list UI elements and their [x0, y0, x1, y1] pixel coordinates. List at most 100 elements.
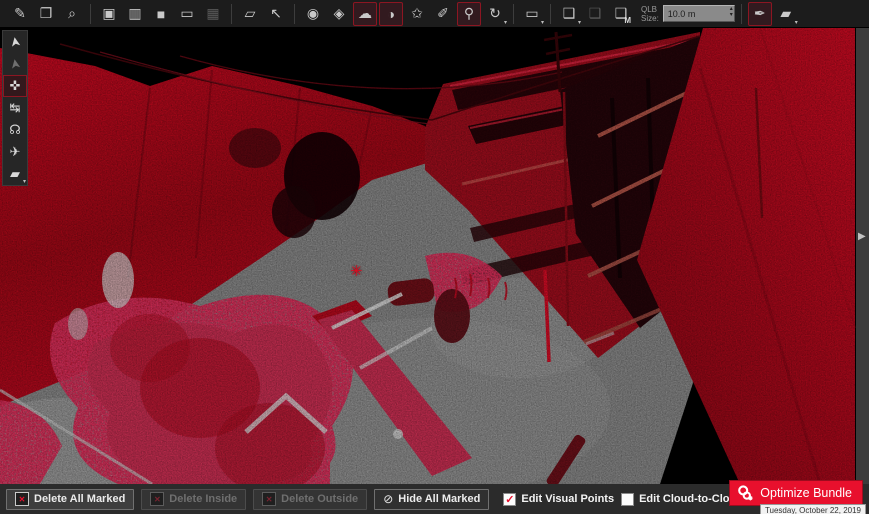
cascade-windows-icon-glyph: ❐ — [40, 5, 53, 22]
optimize-bundle-label: Optimize Bundle — [760, 486, 852, 500]
model-cube-icon-overlay: M — [624, 16, 631, 25]
image-view-icon: ▦ — [201, 2, 225, 26]
sphere-display-icon[interactable]: ◑ — [379, 2, 403, 26]
pick-point-icon[interactable]: ↖ — [264, 2, 288, 26]
single-view-icon-glyph: ■ — [157, 6, 165, 22]
point-cloud-scene[interactable] — [0, 28, 869, 484]
panel-expander-icon[interactable]: ▶ — [858, 231, 866, 242]
select-arrow-icon-glyph: ➤ — [6, 35, 24, 49]
hide-all-marked-label: Hide All Marked — [398, 493, 480, 505]
split-view-icon-glyph: ▥ — [128, 5, 141, 22]
clip-cube-icon: ❑ — [583, 2, 607, 26]
top-toolbar-groups: ✎❐⌕▣▥■▭▦▱↖◉◈☁◑✩✐⚲↻▾▭▾❑▾❑❑M — [4, 2, 637, 26]
delete-all-marked-label: Delete All Marked — [34, 493, 125, 505]
toolbar-separator — [550, 4, 551, 24]
view-cube-icon-dropdown[interactable]: ▾ — [578, 20, 581, 26]
pan-tool-icon[interactable]: ✜ — [3, 75, 27, 97]
delete-marked-icon: ✕ — [15, 492, 29, 506]
eraser-tool-icon-glyph: ▰ — [10, 166, 20, 182]
draw-line-icon-glyph: ✐ — [437, 5, 449, 22]
pick-multiple-icon-glyph: ➤ — [6, 57, 24, 71]
fly-tool-icon[interactable]: ✈ — [3, 141, 27, 163]
bundle-optimize-icon — [737, 485, 754, 502]
checkbox-unchecked-icon[interactable] — [621, 493, 634, 506]
toolbar-separator — [294, 4, 295, 24]
tag-icon[interactable]: ◈ — [327, 2, 351, 26]
toolbar-separator — [741, 4, 742, 24]
toolbar-group: ▭▾ — [516, 2, 548, 26]
delete-inside-icon: ✕ — [150, 492, 164, 506]
hide-all-marked-button[interactable]: ⊘ Hide All Marked — [374, 489, 489, 510]
toolbar-group: ◉ ◈ ☁ ◑ ✩ ✐ ⚲ ↻▾ — [297, 2, 511, 26]
fly-tool-icon-glyph: ✈ — [10, 144, 21, 160]
delete-inside-label: Delete Inside — [169, 493, 237, 505]
edit-visual-points-label: Edit Visual Points — [521, 493, 614, 505]
measure-tool-icon-glyph: ▱ — [245, 5, 256, 22]
cascade-windows-icon[interactable]: ❐ — [34, 2, 58, 26]
toolbar-group: ✎ ❐ ⌕ — [4, 2, 88, 26]
target-icon[interactable]: ◉ — [301, 2, 325, 26]
date-tooltip: Tuesday, October 22, 2019 — [760, 504, 866, 514]
annotate-tool-icon[interactable]: ✎ — [8, 2, 32, 26]
model-cube-icon[interactable]: ❑M — [609, 2, 633, 26]
eraser-icon-dropdown[interactable]: ▾ — [795, 20, 798, 26]
right-panel-strip: ▶ — [856, 28, 869, 484]
measure-distance-icon[interactable]: ↹ — [3, 97, 27, 119]
polygon-select-icon-glyph: ✩ — [411, 5, 423, 22]
eraser-icon[interactable]: ▰▾ — [774, 2, 798, 26]
brush-select-icon-glyph: ✒ — [754, 5, 766, 22]
draw-line-icon[interactable]: ✐ — [431, 2, 455, 26]
camera-icon[interactable]: ▣ — [97, 2, 121, 26]
selection-box-icon[interactable]: ▭▾ — [520, 2, 544, 26]
rotate-tool-icon[interactable]: ↻▾ — [483, 2, 507, 26]
orbit-view-icon[interactable]: ☊ — [3, 119, 27, 141]
split-view-icon[interactable]: ▥ — [123, 2, 147, 26]
eraser-icon-glyph: ▰ — [780, 5, 791, 22]
rotate-tool-icon-glyph: ↻ — [489, 5, 501, 22]
optimize-bundle-button[interactable]: Optimize Bundle Tuesday, October 22, 201… — [730, 481, 862, 505]
edit-tools-group: ✒▰▾ — [744, 2, 802, 26]
qlb-size-label: QLB Size: — [641, 5, 659, 23]
pick-point-icon-glyph: ↖ — [270, 5, 282, 22]
eraser-tool-icon-dropdown[interactable]: ▾ — [23, 179, 26, 185]
checkbox-checked-icon[interactable]: ✓ — [503, 493, 516, 506]
eraser-tool-icon[interactable]: ▰▾ — [3, 163, 27, 185]
selection-box-icon-glyph: ▭ — [525, 5, 538, 22]
sphere-display-icon-glyph: ◑ — [387, 6, 395, 22]
single-view-icon[interactable]: ■ — [149, 2, 173, 26]
brush-select-icon[interactable]: ✒ — [748, 2, 772, 26]
point-cloud-icon-glyph: ☁ — [358, 5, 372, 22]
toolbar-group: ▣ ▥ ■ ▭ ▦ — [93, 2, 229, 26]
panorama-view-icon[interactable]: ▭ — [175, 2, 199, 26]
qlb-spinner[interactable]: ▴ ▾ — [730, 6, 733, 18]
left-toolbar: ➤ ➤ ✜ ↹ ☊ ✈ ▰▾ — [2, 30, 28, 186]
polygon-select-icon[interactable]: ✩ — [405, 2, 429, 26]
select-arrow-icon[interactable]: ➤ — [3, 31, 27, 53]
view-cube-icon-glyph: ❑ — [563, 5, 576, 22]
view-cube-icon[interactable]: ❑▾ — [557, 2, 581, 26]
point-cloud-icon[interactable]: ☁ — [353, 2, 377, 26]
qlb-size-control: QLB Size: 10.0 m ▴ ▾ — [641, 5, 735, 23]
edit-visual-points-checkbox[interactable]: ✓ Edit Visual Points — [503, 493, 614, 506]
image-view-icon-glyph: ▦ — [206, 5, 219, 22]
toolbar-group: ▱↖ — [234, 2, 292, 26]
target-icon-glyph: ◉ — [307, 5, 319, 22]
pick-multiple-icon[interactable]: ➤ — [3, 53, 27, 75]
top-toolbar: ✎❐⌕▣▥■▭▦▱↖◉◈☁◑✩✐⚲↻▾▭▾❑▾❑❑M QLB Size: 10.… — [0, 0, 869, 28]
measure-distance-icon-glyph: ↹ — [10, 100, 21, 116]
spinner-down-icon[interactable]: ▾ — [730, 12, 733, 18]
measure-tool-icon[interactable]: ▱ — [238, 2, 262, 26]
date-tooltip-text: Tuesday, October 22, 2019 — [765, 506, 861, 514]
location-pin-icon-glyph: ⚲ — [464, 5, 474, 22]
tag-icon-glyph: ◈ — [334, 5, 345, 22]
qlb-size-input[interactable]: 10.0 m ▴ ▾ — [663, 5, 735, 22]
selection-box-icon-dropdown[interactable]: ▾ — [541, 20, 544, 26]
clip-cube-icon-glyph: ❑ — [589, 5, 602, 22]
location-pin-icon[interactable]: ⚲ — [457, 2, 481, 26]
rotate-tool-icon-dropdown[interactable]: ▾ — [504, 20, 507, 26]
zoom-region-icon[interactable]: ⌕ — [60, 2, 84, 26]
delete-inside-button: ✕ Delete Inside — [141, 489, 246, 510]
delete-all-marked-button[interactable]: ✕ Delete All Marked — [6, 489, 134, 510]
viewport[interactable] — [0, 28, 869, 484]
delete-outside-button: ✕ Delete Outside — [253, 489, 367, 510]
